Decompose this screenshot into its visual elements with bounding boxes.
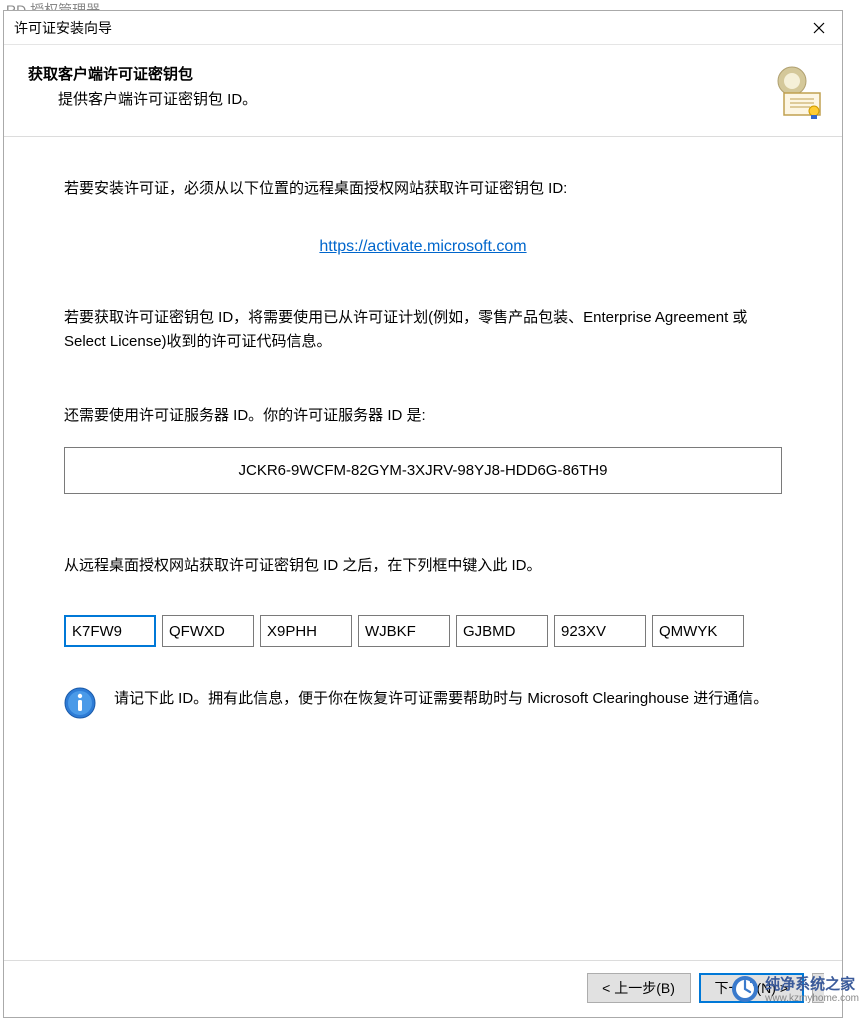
instruction-server-id: 还需要使用许可证服务器 ID。你的许可证服务器 ID 是: xyxy=(64,404,782,425)
key-input-row xyxy=(64,615,782,647)
close-icon xyxy=(813,22,825,34)
activation-link-row: https://activate.microsoft.com xyxy=(64,238,782,256)
watermark-title: 纯净系统之家 xyxy=(765,973,859,994)
key-input-4[interactable] xyxy=(358,615,450,647)
key-input-3[interactable] xyxy=(260,615,352,647)
watermark: 纯净系统之家 www.kzmyhome.com xyxy=(731,973,859,1004)
dialog-title: 许可证安装向导 xyxy=(14,18,112,38)
key-input-5[interactable] xyxy=(456,615,548,647)
close-button[interactable] xyxy=(796,12,842,44)
key-input-2[interactable] xyxy=(162,615,254,647)
watermark-url: www.kzmyhome.com xyxy=(765,993,859,1004)
titlebar: 许可证安装向导 xyxy=(4,11,842,45)
header-subtitle: 提供客户端许可证密钥包 ID。 xyxy=(58,88,818,109)
info-row: 请记下此 ID。拥有此信息，便于你在恢复许可证需要帮助时与 Microsoft … xyxy=(64,687,782,719)
activation-link[interactable]: https://activate.microsoft.com xyxy=(319,238,526,255)
key-input-1[interactable] xyxy=(64,615,156,647)
certificate-icon xyxy=(770,63,826,119)
watermark-icon xyxy=(731,975,759,1003)
key-input-7[interactable] xyxy=(652,615,744,647)
wizard-header: 获取客户端许可证密钥包 提供客户端许可证密钥包 ID。 xyxy=(4,45,842,137)
instruction-enter-id: 从远程桌面授权网站获取许可证密钥包 ID 之后，在下列框中键入此 ID。 xyxy=(64,554,782,575)
instruction-license-code: 若要获取许可证密钥包 ID，将需要使用已从许可证计划(例如，零售产品包装、Ent… xyxy=(64,306,782,354)
info-icon xyxy=(64,687,96,719)
info-text: 请记下此 ID。拥有此信息，便于你在恢复许可证需要帮助时与 Microsoft … xyxy=(114,687,782,711)
back-button[interactable]: < 上一步(B) xyxy=(587,973,691,1003)
instruction-website: 若要安装许可证，必须从以下位置的远程桌面授权网站获取许可证密钥包 ID: xyxy=(64,177,782,198)
key-input-6[interactable] xyxy=(554,615,646,647)
server-id-display: JCKR6-9WCFM-82GYM-3XJRV-98YJ8-HDD6G-86TH… xyxy=(64,447,782,494)
wizard-content: 若要安装许可证，必须从以下位置的远程桌面授权网站获取许可证密钥包 ID: htt… xyxy=(4,137,842,960)
wizard-dialog: 许可证安装向导 获取客户端许可证密钥包 提供客户端许可证密钥包 ID。 若要安装… xyxy=(3,10,843,1018)
wizard-footer: < 上一步(B) 下一页(N) > xyxy=(4,960,842,1017)
header-title: 获取客户端许可证密钥包 xyxy=(28,63,818,84)
